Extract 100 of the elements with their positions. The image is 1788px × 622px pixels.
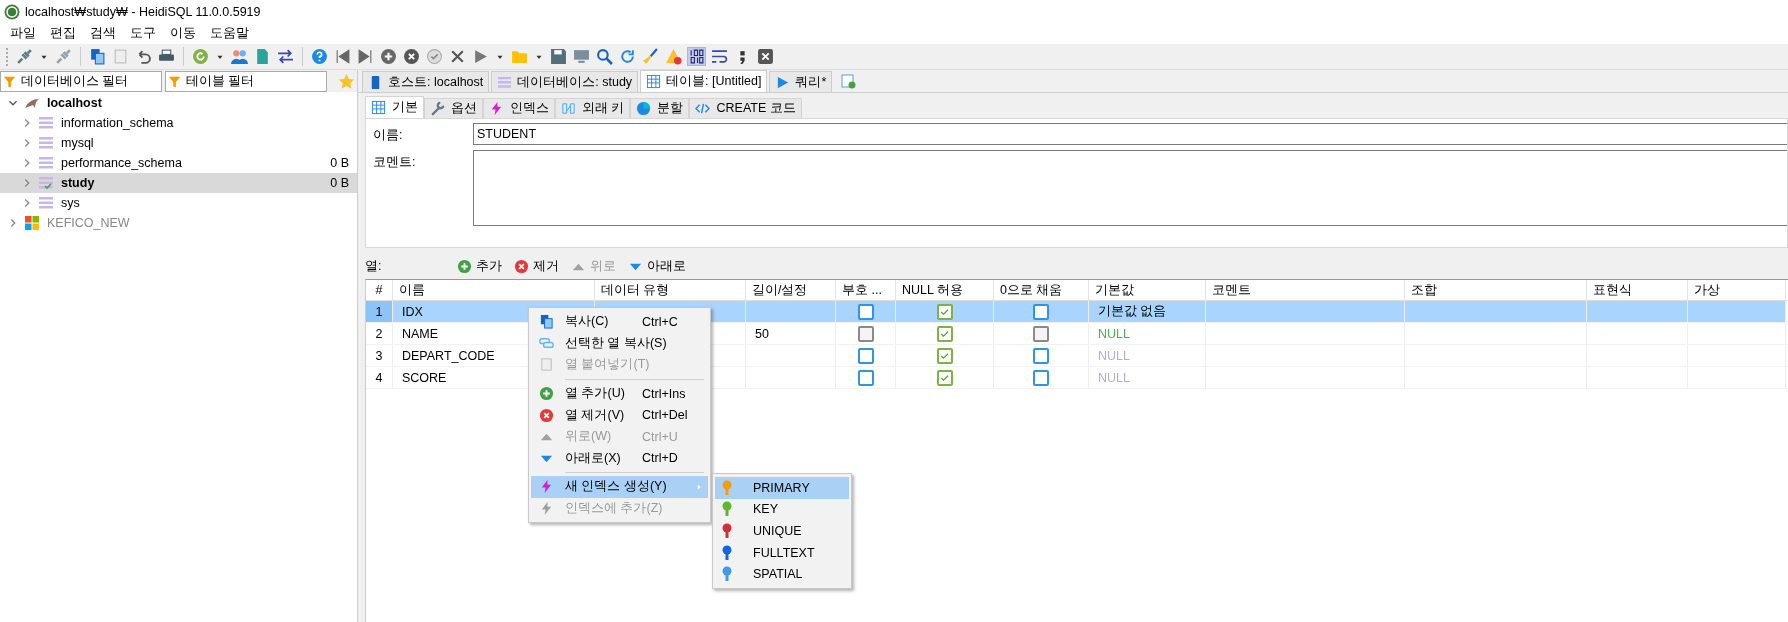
menu-item[interactable]: FULLTEXT — [715, 541, 849, 564]
document-icon[interactable] — [254, 48, 271, 65]
name-field[interactable]: STUDENT — [473, 123, 1787, 145]
table-cell: NULL — [1089, 323, 1206, 344]
tree-item[interactable]: mysql — [0, 133, 357, 153]
play-icon[interactable] — [472, 48, 489, 65]
column-toolbar-button[interactable]: 아래로 — [626, 257, 694, 275]
skip-first-icon[interactable] — [334, 48, 351, 65]
database-filter-field[interactable]: 데이터베이스 필터 — [0, 70, 162, 92]
tab[interactable]: 데이터베이스: study — [491, 71, 639, 92]
checkbox[interactable] — [936, 347, 953, 364]
menu-item[interactable]: KEY — [715, 498, 849, 521]
tree-label: KEFICO_NEW — [47, 216, 130, 230]
menu-item[interactable]: UNIQUE — [715, 520, 849, 542]
word-wrap-icon[interactable] — [711, 48, 728, 65]
tab[interactable]: 인덱스 — [483, 98, 555, 118]
menu-item[interactable]: 편집 — [43, 25, 83, 42]
swap-arrows-icon[interactable] — [277, 48, 294, 65]
skip-last-icon[interactable] — [357, 48, 374, 65]
close-icon[interactable] — [449, 48, 466, 65]
tree-item[interactable]: localhost — [0, 93, 357, 113]
plug-icon[interactable] — [16, 48, 33, 65]
close-circle-icon[interactable] — [403, 48, 420, 65]
checkbox[interactable] — [857, 347, 874, 364]
tab[interactable]: 외래 키 — [555, 98, 631, 118]
row-number[interactable]: 1 — [366, 301, 393, 322]
save-icon[interactable] — [550, 48, 567, 65]
column-header[interactable]: 기본값 — [1089, 280, 1206, 300]
column-header[interactable]: 코멘트 — [1206, 280, 1405, 300]
column-header[interactable]: 데이터 유형 — [595, 280, 746, 300]
tab[interactable]: 쿼리* — [769, 71, 833, 92]
column-header[interactable]: 길이/설정 — [746, 280, 836, 300]
menu-item[interactable]: 새 인덱스 생성(Y) — [531, 476, 708, 498]
help-icon[interactable] — [311, 48, 328, 65]
checkbox[interactable] — [936, 303, 953, 320]
tree-item[interactable]: sys — [0, 193, 357, 213]
row-number[interactable]: 3 — [366, 345, 393, 366]
copy-icon[interactable] — [89, 48, 106, 65]
refresh-icon[interactable] — [619, 48, 636, 65]
tree-item[interactable]: information_schema — [0, 113, 357, 133]
menu-item[interactable]: 열 제거(V) Ctrl+Del — [531, 404, 708, 426]
search-icon[interactable] — [596, 48, 613, 65]
check-circle-icon[interactable] — [426, 48, 443, 65]
close-icon[interactable] — [757, 48, 774, 65]
comment-field[interactable] — [473, 150, 1787, 226]
menu-item[interactable]: 도움말 — [203, 25, 256, 42]
tab[interactable]: 테이블: [Untitled] — [640, 70, 768, 92]
row-number[interactable]: 2 — [366, 323, 393, 344]
menu-item[interactable]: 검색 — [83, 25, 123, 42]
checkbox[interactable] — [1033, 347, 1049, 364]
new-tab-icon[interactable] — [840, 73, 857, 89]
clipboard-icon[interactable] — [112, 48, 129, 65]
column-header[interactable]: 조합 — [1405, 280, 1587, 300]
table-filter-field[interactable]: 테이블 필터 — [165, 70, 327, 92]
tree-item[interactable]: performance_schema 0 B — [0, 153, 357, 173]
menu-item[interactable]: 파일 — [3, 25, 43, 42]
plug-icon[interactable] — [55, 48, 72, 65]
checkbox[interactable] — [857, 369, 874, 386]
table-cell: 기본값 없음 — [1089, 301, 1206, 322]
plus-circle-icon — [538, 386, 554, 402]
plus-circle-icon[interactable] — [380, 48, 397, 65]
checkbox[interactable] — [1033, 369, 1049, 386]
row-number[interactable]: 4 — [366, 367, 393, 388]
column-header[interactable]: NULL 허용 — [896, 280, 994, 300]
database-icon — [38, 175, 54, 191]
tab[interactable]: 기본 — [365, 96, 424, 118]
column-header[interactable]: 가상 — [1688, 280, 1786, 300]
favorite-star-icon[interactable] — [338, 72, 355, 90]
database-icon — [38, 195, 54, 211]
column-header[interactable]: 표현식 — [1587, 280, 1688, 300]
users-icon[interactable] — [231, 48, 248, 65]
table-cell: NULL — [1089, 345, 1206, 366]
tab[interactable]: 호스트: localhost — [362, 71, 490, 92]
monitor-icon[interactable] — [573, 48, 590, 65]
column-header[interactable]: 0으로 채움 — [994, 280, 1089, 300]
checkbox[interactable] — [1033, 303, 1049, 320]
checkbox[interactable] — [857, 303, 874, 320]
menu-item[interactable]: 아래로(X) Ctrl+D — [531, 447, 708, 470]
tab[interactable]: CREATE 코드 — [689, 98, 802, 118]
tree-item[interactable]: study 0 B — [0, 173, 357, 193]
column-header[interactable]: 이름 — [393, 280, 595, 300]
binary-icon[interactable] — [688, 48, 705, 65]
menu-item[interactable]: PRIMARY — [715, 477, 849, 499]
broom-icon[interactable] — [642, 48, 659, 65]
column-header[interactable]: 부호 ... — [836, 280, 896, 300]
column-header[interactable]: # — [366, 280, 393, 300]
tab[interactable]: 분할 — [630, 98, 690, 118]
warning-icon[interactable] — [665, 48, 682, 65]
menu-item[interactable]: 이동 — [163, 25, 203, 42]
column-toolbar-button[interactable]: 제거 — [512, 257, 567, 275]
menu-item[interactable]: 도구 — [123, 25, 163, 42]
checkbox[interactable] — [936, 369, 953, 386]
plus-circle-icon — [457, 258, 472, 274]
column-toolbar-button[interactable]: 추가 — [455, 257, 510, 275]
checkbox[interactable] — [936, 325, 953, 342]
field-label: 코멘트: — [372, 154, 417, 171]
tab[interactable]: 옵션 — [424, 98, 483, 118]
refresh-icon[interactable] — [192, 48, 209, 65]
menu-item[interactable]: SPATIAL — [715, 563, 849, 585]
funnel-icon — [168, 74, 182, 89]
